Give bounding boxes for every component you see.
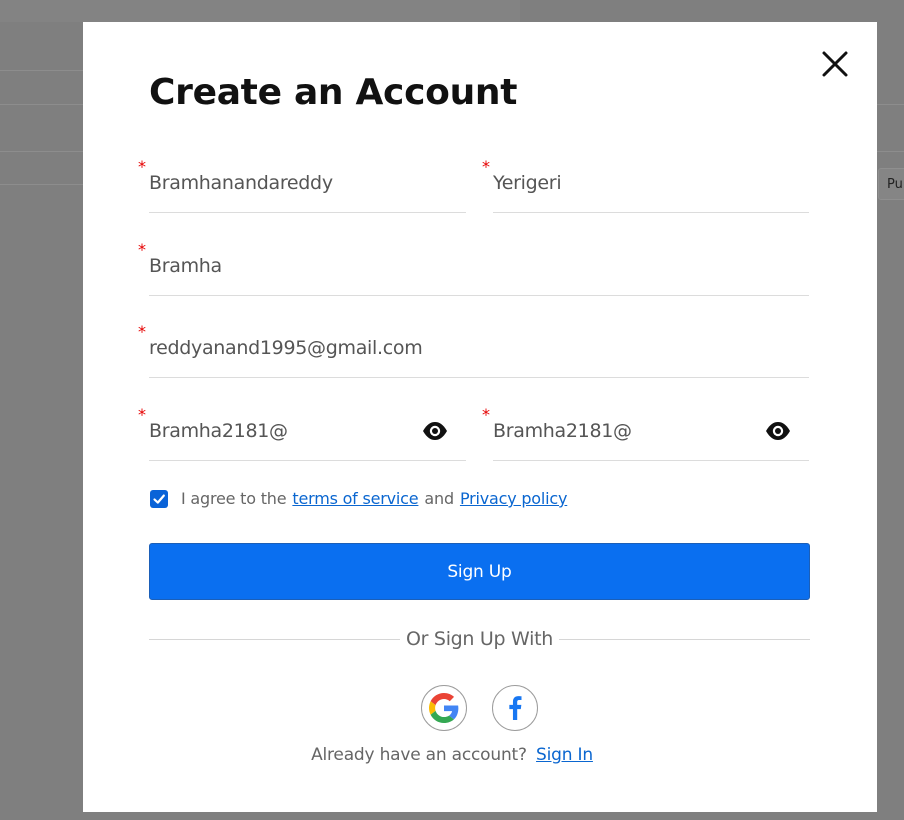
background-divider — [877, 151, 904, 152]
page-title: Create an Account — [149, 72, 518, 113]
eye-icon[interactable] — [422, 421, 448, 441]
signin-prompt: Already have an account? — [311, 745, 527, 765]
divider-line — [149, 638, 401, 640]
password-field[interactable]: * Bramha2181@ — [138, 407, 466, 461]
confirm-password-value: Bramha2181@ — [493, 420, 632, 442]
required-marker: * — [482, 405, 490, 424]
agree-text: I agree to the — [181, 489, 287, 508]
background-toolbar — [0, 0, 520, 22]
google-icon — [429, 693, 459, 723]
first-name-value: Bramhanandareddy — [149, 172, 333, 194]
background-divider — [877, 104, 904, 105]
required-marker: * — [138, 405, 146, 424]
agree-checkbox[interactable] — [150, 489, 168, 508]
required-marker: * — [138, 322, 146, 341]
background-divider — [0, 104, 83, 105]
signin-row: Already have an account? Sign In — [0, 745, 904, 765]
checkmark-icon — [153, 494, 165, 504]
agree-row: I agree to the terms of service and Priv… — [150, 489, 573, 508]
close-icon — [822, 51, 848, 77]
terms-link[interactable]: terms of service — [292, 489, 418, 508]
username-value: Bramha — [149, 255, 222, 277]
close-button[interactable] — [820, 49, 850, 79]
username-field[interactable]: * Bramha — [138, 242, 809, 296]
background-divider — [0, 151, 83, 152]
confirm-password-field[interactable]: * Bramha2181@ — [482, 407, 809, 461]
facebook-icon — [509, 696, 522, 720]
required-marker: * — [138, 157, 146, 176]
last-name-value: Yerigeri — [493, 172, 562, 194]
google-signup-button[interactable] — [421, 685, 467, 731]
privacy-link[interactable]: Privacy policy — [460, 489, 568, 508]
background-divider — [0, 184, 83, 185]
background-button: Pu — [878, 168, 904, 200]
required-marker: * — [482, 157, 490, 176]
signup-button[interactable]: Sign Up — [149, 543, 810, 600]
eye-icon[interactable] — [765, 421, 791, 441]
required-marker: * — [138, 240, 146, 259]
facebook-signup-button[interactable] — [492, 685, 538, 731]
email-value: reddyanand1995@gmail.com — [149, 337, 423, 359]
divider-line — [558, 638, 810, 640]
first-name-field[interactable]: * Bramhanandareddy — [138, 159, 466, 213]
background-divider — [0, 70, 83, 71]
last-name-field[interactable]: * Yerigeri — [482, 159, 809, 213]
email-field[interactable]: * reddyanand1995@gmail.com — [138, 324, 809, 378]
password-value: Bramha2181@ — [149, 420, 288, 442]
signin-link[interactable]: Sign In — [536, 745, 593, 765]
divider-text: Or Sign Up With — [406, 628, 553, 650]
social-divider: Or Sign Up With — [149, 625, 810, 653]
agree-conjunction: and — [424, 489, 454, 508]
